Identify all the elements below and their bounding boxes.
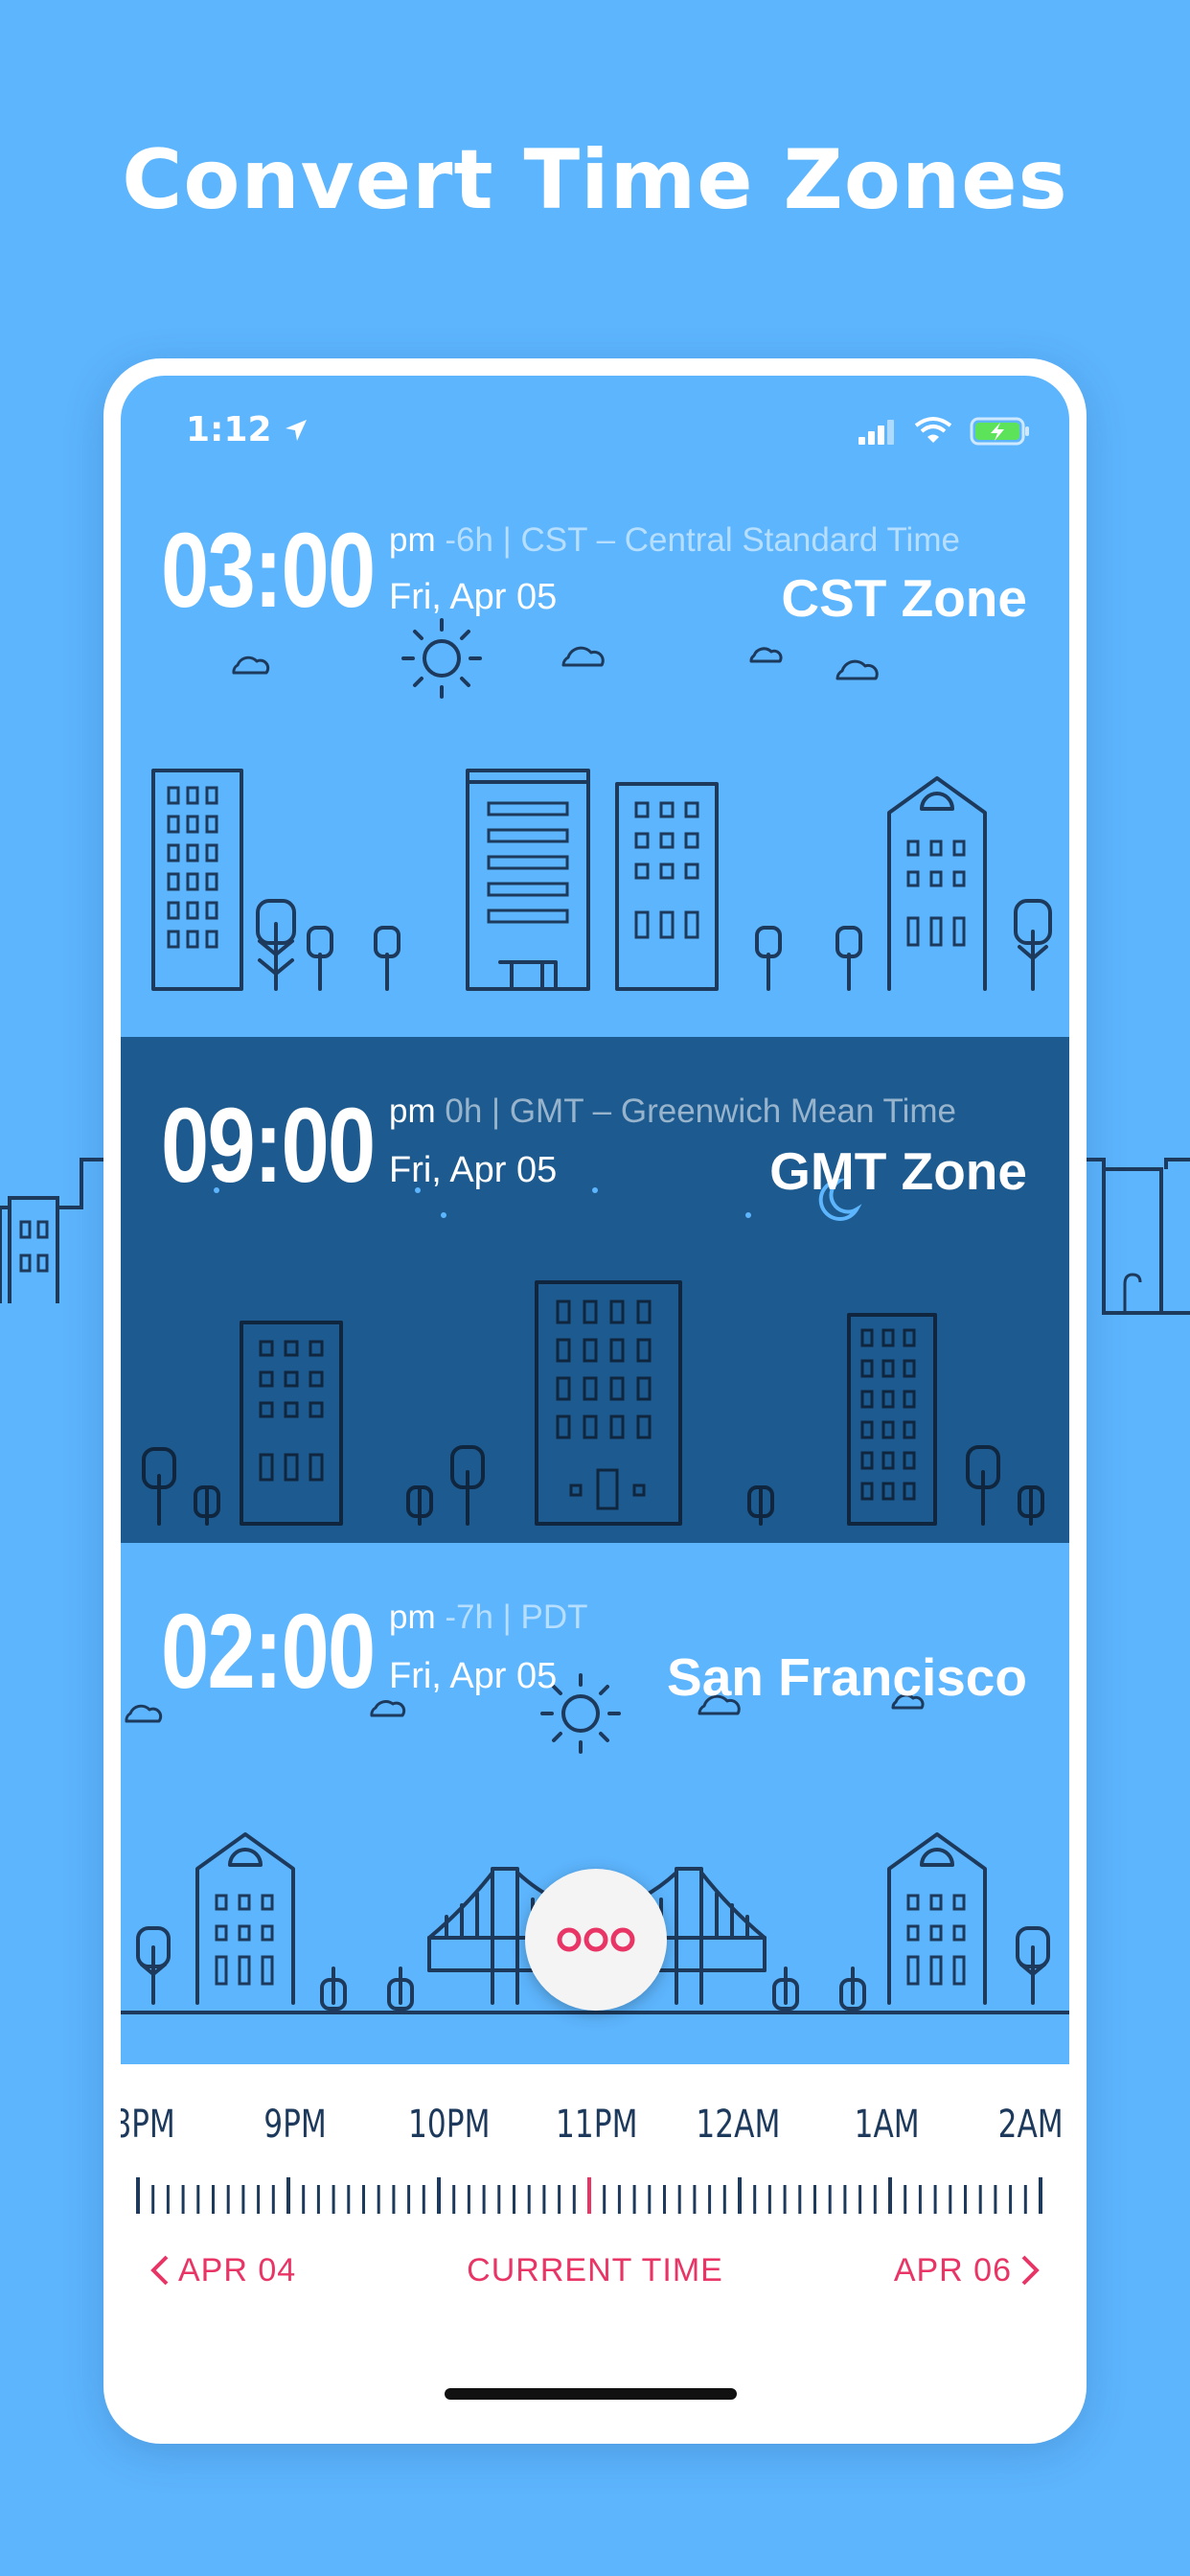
date-navigation: APR 04 CURRENT TIME APR 06 bbox=[121, 2227, 1069, 2304]
previous-day-button[interactable]: APR 04 bbox=[149, 2252, 296, 2289]
zone-time: 09:00 bbox=[161, 1087, 376, 1205]
zone-time: 03:00 bbox=[161, 512, 376, 630]
chevron-right-icon bbox=[1021, 2255, 1040, 2286]
zone-ampm: pm bbox=[389, 521, 436, 559]
more-dots-icon bbox=[557, 1927, 635, 1952]
side-city-illustration-left bbox=[0, 1158, 103, 1303]
zone-offset: -7h | PDT bbox=[445, 1598, 588, 1636]
zone-ampm: pm bbox=[389, 1092, 436, 1130]
zone-ampm: pm bbox=[389, 1598, 436, 1636]
zone-meta: pm -7h | PDT bbox=[389, 1598, 588, 1637]
previous-day-label: APR 04 bbox=[178, 2252, 297, 2288]
app-screen: 1:12 03:00 pm -6h | CST – Central Standa… bbox=[121, 376, 1069, 2414]
time-scrubber[interactable]: 8PM 9PM 10PM 11PM 12AM 1AM 2AM bbox=[121, 2064, 1069, 2227]
side-city-illustration-right bbox=[1087, 1158, 1190, 1315]
status-icons bbox=[858, 414, 1031, 452]
headline: Convert Time Zones bbox=[122, 132, 1068, 228]
zone-offset: 0h | GMT – Greenwich Mean Time bbox=[445, 1092, 957, 1130]
zone-date: Fri, Apr 05 bbox=[389, 1150, 558, 1190]
phone-frame: 1:12 03:00 pm -6h | CST – Central Standa… bbox=[103, 358, 1087, 2444]
home-indicator[interactable] bbox=[445, 2388, 737, 2400]
zone-name: GMT Zone bbox=[769, 1141, 1027, 1201]
wifi-icon bbox=[914, 417, 952, 443]
zone-date: Fri, Apr 05 bbox=[389, 1656, 558, 1696]
zone-date: Fri, Apr 05 bbox=[389, 577, 558, 617]
current-time-label[interactable]: CURRENT TIME bbox=[467, 2252, 723, 2288]
zone-meta: pm 0h | GMT – Greenwich Mean Time bbox=[389, 1092, 956, 1131]
zone-offset: -6h | CST – Central Standard Time bbox=[445, 521, 960, 559]
next-day-button[interactable]: APR 06 bbox=[894, 2252, 1041, 2289]
chevron-left-icon bbox=[150, 2255, 169, 2286]
zone-time: 02:00 bbox=[161, 1593, 376, 1711]
status-time: 1:12 bbox=[186, 410, 309, 449]
zone-meta: pm -6h | CST – Central Standard Time bbox=[389, 521, 960, 560]
zone-name: San Francisco bbox=[667, 1647, 1027, 1707]
status-time-label: 1:12 bbox=[186, 410, 272, 449]
more-options-button[interactable] bbox=[525, 1869, 667, 2011]
cellular-signal-icon bbox=[858, 420, 894, 445]
status-bar: 1:12 bbox=[121, 376, 1069, 481]
location-arrow-icon bbox=[286, 420, 308, 441]
battery-charging-icon bbox=[970, 417, 1029, 446]
zone-name: CST Zone bbox=[781, 568, 1027, 628]
next-day-label: APR 06 bbox=[893, 2252, 1012, 2288]
zone-card-gmt[interactable]: 09:00 pm 0h | GMT – Greenwich Mean Time … bbox=[121, 1037, 1069, 1543]
timeline-ticks bbox=[136, 2177, 1042, 2214]
